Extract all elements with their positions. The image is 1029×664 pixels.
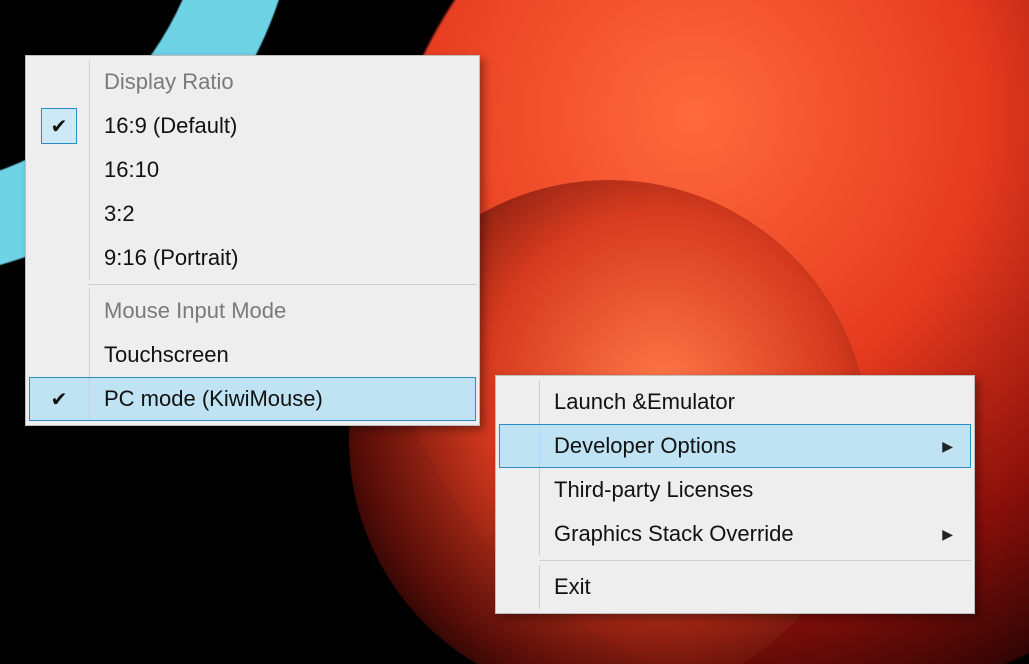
menu-item-label: PC mode (KiwiMouse) [90, 386, 458, 412]
developer-options-submenu: Display Ratio ✔ 16:9 (Default) 16:10 3:2… [25, 55, 480, 426]
menu-item-graphics-stack-override[interactable]: Graphics Stack Override ▶ [499, 512, 971, 556]
menu-item-touchscreen[interactable]: Touchscreen [29, 333, 476, 377]
menu-item-exit[interactable]: Exit [499, 565, 971, 609]
menu-separator [89, 284, 476, 285]
submenu-arrow-icon: ▶ [942, 438, 953, 455]
menu-item-ratio-9-16[interactable]: 9:16 (Portrait) [29, 236, 476, 280]
menu-item-label: 16:9 (Default) [90, 113, 458, 139]
submenu-arrow-icon: ▶ [942, 526, 953, 543]
main-context-menu: Launch &Emulator Developer Options ▶ Thi… [495, 375, 975, 614]
check-icon: ✔ [41, 108, 77, 144]
menu-item-label: Touchscreen [90, 342, 458, 368]
menu-item-ratio-3-2[interactable]: 3:2 [29, 192, 476, 236]
section-header-display-ratio: Display Ratio [29, 60, 476, 104]
menu-item-launch-emulator[interactable]: Launch &Emulator [499, 380, 971, 424]
menu-item-label: Graphics Stack Override [540, 521, 918, 547]
menu-item-label: Launch &Emulator [540, 389, 953, 415]
section-header-mouse-mode: Mouse Input Mode [29, 289, 476, 333]
menu-item-pc-mode[interactable]: ✔ PC mode (KiwiMouse) [29, 377, 476, 421]
menu-item-ratio-16-10[interactable]: 16:10 [29, 148, 476, 192]
menu-item-ratio-16-9[interactable]: ✔ 16:9 (Default) [29, 104, 476, 148]
menu-separator [539, 560, 971, 561]
menu-item-label: 9:16 (Portrait) [90, 245, 458, 271]
check-icon: ✔ [41, 381, 77, 417]
section-header-label: Mouse Input Mode [90, 298, 458, 324]
menu-item-third-party-licenses[interactable]: Third-party Licenses [499, 468, 971, 512]
menu-item-label: 16:10 [90, 157, 458, 183]
menu-item-label: 3:2 [90, 201, 458, 227]
menu-item-label: Exit [540, 574, 953, 600]
section-header-label: Display Ratio [90, 69, 458, 95]
menu-item-label: Developer Options [540, 433, 918, 459]
menu-item-label: Third-party Licenses [540, 477, 953, 503]
menu-item-developer-options[interactable]: Developer Options ▶ [499, 424, 971, 468]
